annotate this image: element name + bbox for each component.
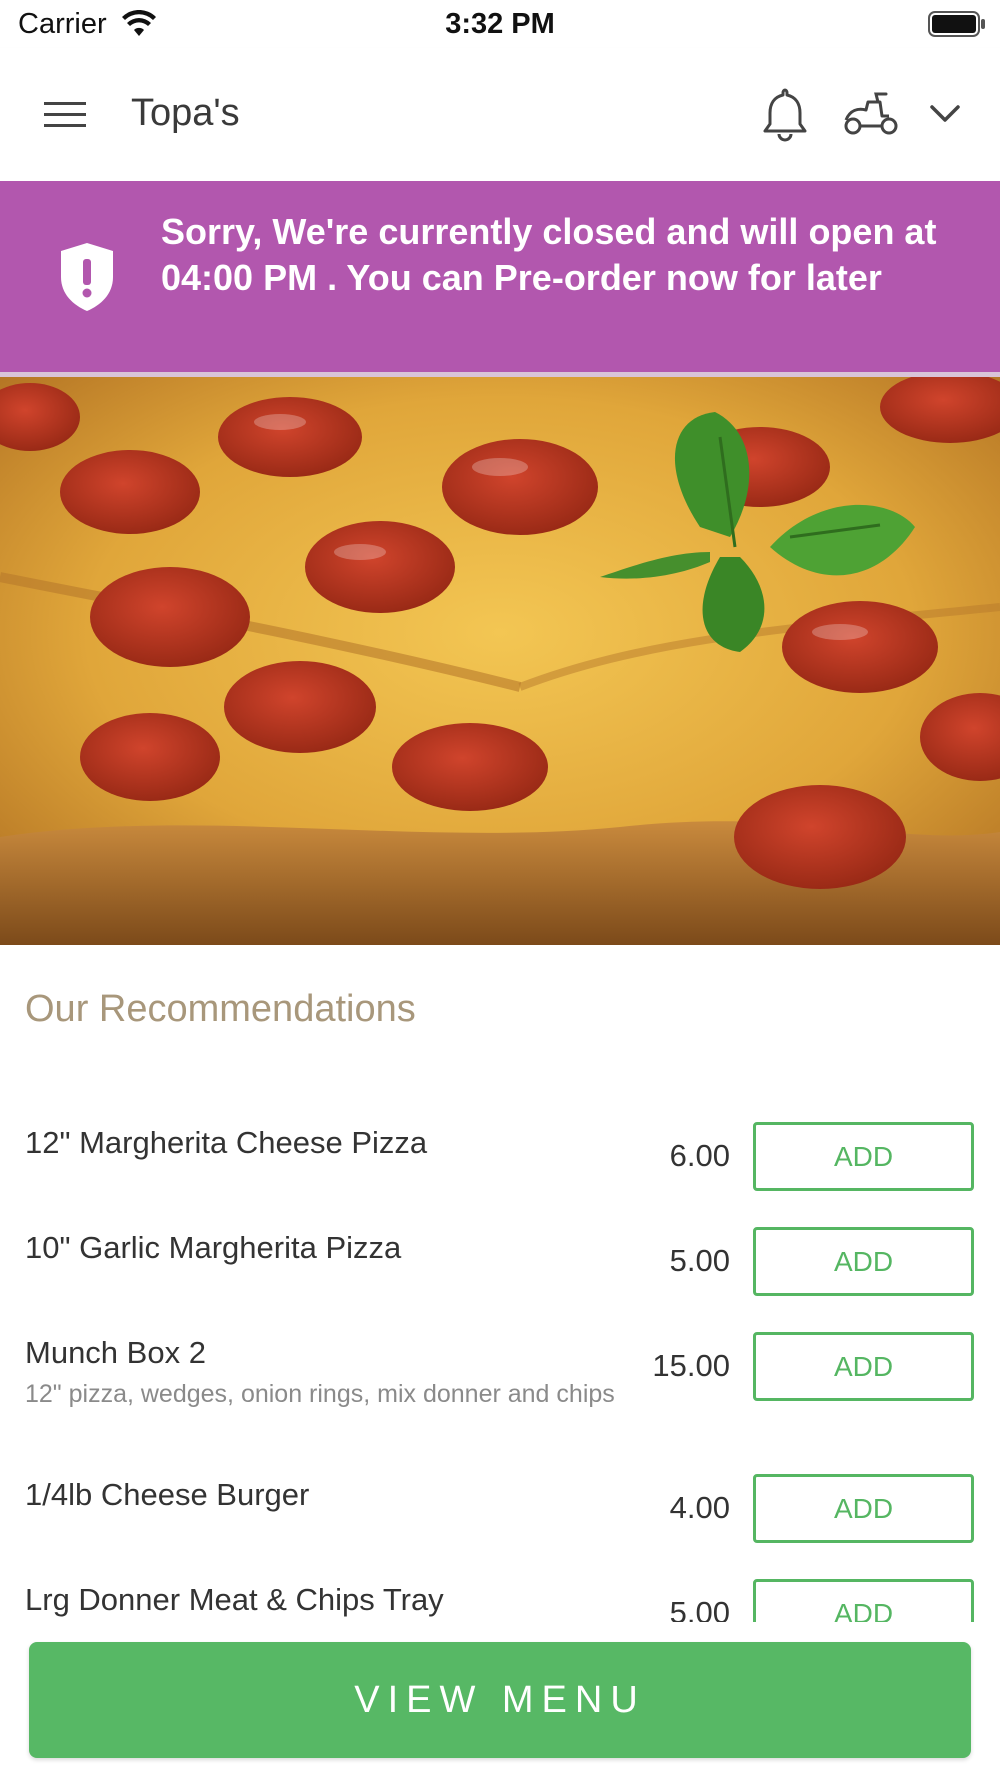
closed-message: Sorry, We're currently closed and will o… [161, 211, 937, 298]
status-time: 3:32 PM [445, 8, 555, 40]
closed-banner: Sorry, We're currently closed and will o… [0, 181, 1000, 377]
item-price: 15.00 [652, 1348, 730, 1383]
recommendations-list: 12" Margherita Cheese Pizza 6.00 ADD 10"… [0, 1100, 1000, 1622]
item-name: Munch Box 2 [25, 1335, 206, 1370]
item-name: 10" Garlic Margherita Pizza [25, 1230, 402, 1265]
add-button[interactable]: ADD [753, 1227, 974, 1296]
app-title: Topa's [131, 92, 240, 134]
item-name: 1/4lb Cheese Burger [25, 1477, 310, 1512]
view-menu-button[interactable]: VIEW MENU [29, 1642, 971, 1758]
item-name: 12" Margherita Cheese Pizza [25, 1125, 428, 1160]
shield-icon [61, 243, 113, 311]
item-price: 5.00 [669, 1595, 730, 1622]
bell-icon[interactable] [760, 86, 810, 142]
scooter-icon[interactable] [842, 92, 900, 136]
item-price: 6.00 [669, 1138, 730, 1173]
item-price: 4.00 [669, 1490, 730, 1525]
item-price: 5.00 [669, 1243, 730, 1278]
status-bar: Carrier 3:32 PM [0, 0, 1000, 48]
add-button[interactable]: ADD [753, 1122, 974, 1191]
app-header: Topa's [0, 48, 1000, 181]
menu-icon[interactable] [42, 96, 88, 132]
pizza-hero-image [0, 377, 1000, 945]
add-button[interactable]: ADD [753, 1579, 974, 1622]
item-name: Lrg Donner Meat & Chips Tray [25, 1582, 444, 1617]
add-button[interactable]: ADD [753, 1332, 974, 1401]
battery-icon [928, 11, 985, 37]
recommendations-title: Our Recommendations [25, 988, 416, 1030]
add-button[interactable]: ADD [753, 1474, 974, 1543]
chevron-down-icon[interactable] [928, 100, 962, 126]
item-description: 12" pizza, wedges, onion rings, mix donn… [25, 1380, 615, 1408]
